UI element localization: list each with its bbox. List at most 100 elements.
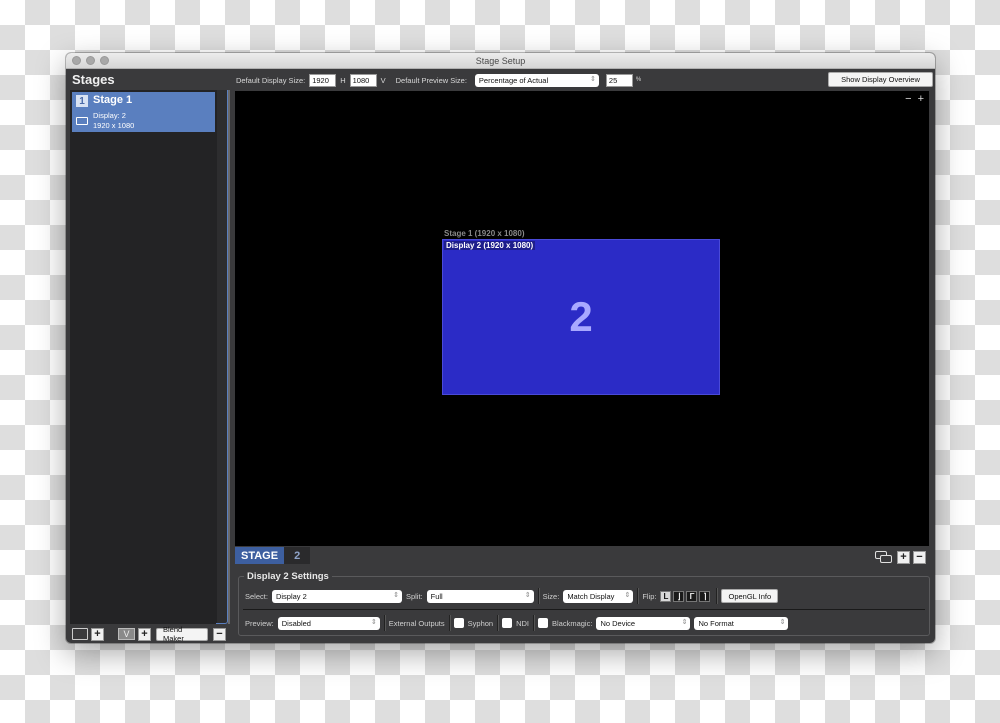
tab-bar: STAGE 2 (235, 547, 311, 564)
stages-heading: Stages (72, 72, 115, 87)
preview-label: Preview: (245, 618, 274, 628)
stage-display-info: Display: 2 1920 x 1080 (93, 111, 134, 131)
blackmagic-device-select[interactable]: No Device ⇕ (596, 616, 691, 630)
ndi-label: NDI (516, 618, 529, 628)
display-select[interactable]: Display 2 ⇕ (271, 589, 402, 603)
stage-preview-canvas[interactable]: − + Stage 1 (1920 x 1080) 2 Display 2 (1… (235, 91, 929, 546)
display-height-input[interactable]: 1080 (349, 73, 377, 87)
window-controls (72, 56, 109, 65)
syphon-checkbox[interactable] (453, 618, 464, 628)
close-window-button[interactable] (72, 56, 81, 65)
screen-icon (72, 628, 88, 640)
row-divider (243, 609, 925, 610)
minimize-window-button[interactable] (86, 56, 95, 65)
percent-sign: % (635, 77, 642, 83)
stage-display: Display: 2 (93, 111, 126, 120)
default-preview-size-label: Default Preview Size: (395, 75, 467, 85)
display-settings-title: Display 2 Settings (244, 571, 332, 582)
updown-chevron-icon: ⇕ (779, 618, 786, 626)
title-bar: Stage Setup (66, 53, 935, 69)
display-settings-group: Select: Display 2 ⇕ Split: Full ⇕ Size: … (238, 576, 930, 636)
flip-vertical-button[interactable]: Γ (686, 590, 698, 602)
updown-chevron-icon: ⇕ (624, 591, 631, 599)
display-select-value: Display 2 (275, 591, 307, 601)
monitor-icon (76, 117, 88, 125)
display-rectangle[interactable]: 2 Display 2 (1920 x 1080) (442, 239, 720, 395)
separator (497, 615, 499, 631)
separator (383, 615, 385, 631)
separator (716, 588, 718, 604)
updown-chevron-icon: ⇕ (370, 618, 377, 626)
split-select[interactable]: Full ⇕ (426, 589, 534, 603)
display-number: 2 (569, 293, 593, 340)
default-display-size-label: Default Display Size: (236, 75, 306, 85)
stages-list: 1 Stage 1 Display: 2 1920 x 1080 (70, 90, 217, 624)
add-stage-button[interactable]: + (91, 627, 104, 641)
stage-bounds-label: Stage 1 (1920 x 1080) (444, 229, 525, 238)
zoom-window-button[interactable] (100, 56, 109, 65)
zoom-out-button[interactable]: − (905, 93, 911, 105)
blackmagic-format-select[interactable]: No Format ⇕ (694, 616, 789, 630)
select-label: Select: (245, 591, 268, 601)
toolbar: Default Display Size: 1920 H 1080 V Defa… (236, 72, 645, 88)
updown-chevron-icon: ⇕ (681, 618, 688, 626)
device-select-value: No Device (600, 618, 636, 628)
size-select[interactable]: Match Display ⇕ (563, 589, 634, 603)
flip-horizontal-button[interactable]: ⌋ (673, 590, 685, 602)
flip-normal-button[interactable]: L (660, 590, 672, 602)
format-select-value: No Format (698, 618, 734, 628)
blackmagic-checkbox[interactable] (538, 618, 548, 628)
tab-stage[interactable]: STAGE (235, 547, 285, 564)
size-label: Size: (542, 591, 560, 601)
window-title: Stage Setup (475, 55, 526, 66)
updown-chevron-icon: ⇕ (590, 75, 596, 83)
settings-row-1: Select: Display 2 ⇕ Split: Full ⇕ Size: … (245, 588, 779, 604)
stage-resolution: 1920 x 1080 (93, 121, 135, 130)
split-label: Split: (405, 591, 423, 601)
split-divider-handle[interactable] (228, 90, 230, 624)
updown-chevron-icon: ⇕ (524, 591, 531, 599)
canvas-zoom-controls: − + (905, 93, 924, 105)
separator (533, 615, 534, 631)
separator (448, 615, 450, 631)
sidebar-bottom-controls: + V + Blend Maker − (72, 625, 226, 643)
show-display-overview-button[interactable]: Show Display Overview (828, 72, 933, 87)
preview-select-value: Disabled (281, 618, 311, 628)
tab-controls: + − (874, 550, 926, 564)
overlap-displays-icon[interactable] (874, 550, 894, 564)
syphon-label: Syphon (467, 618, 494, 628)
preview-mode-select[interactable]: Percentage of Actual ⇕ (474, 73, 599, 87)
size-select-value: Match Display (567, 591, 615, 601)
blend-maker-button[interactable]: Blend Maker (156, 625, 208, 643)
remove-display-button[interactable]: − (913, 550, 926, 564)
stage-list-item[interactable]: 1 Stage 1 Display: 2 1920 x 1080 (72, 92, 215, 132)
separator (637, 588, 639, 604)
opengl-info-button[interactable]: OpenGL Info (721, 589, 779, 603)
v-icon: V (118, 628, 135, 640)
blackmagic-label: Blackmagic: (552, 618, 593, 628)
separator (537, 588, 539, 604)
preview-mode-value: Percentage of Actual (478, 75, 549, 85)
preview-percent-input[interactable]: 25 (605, 73, 633, 87)
display-width-input[interactable]: 1920 (309, 73, 337, 87)
v-label: V (380, 75, 386, 85)
preview-select[interactable]: Disabled ⇕ (277, 616, 380, 630)
split-select-value: Full (430, 591, 443, 601)
add-virtual-stage-button[interactable]: + (138, 627, 151, 641)
add-display-button[interactable]: + (897, 550, 910, 564)
sidebar-focus-ring (216, 90, 228, 624)
h-label: H (340, 75, 346, 85)
remove-stage-button[interactable]: − (213, 627, 226, 641)
stage-name: Stage 1 (93, 94, 133, 106)
settings-row-2: Preview: Disabled ⇕ External Outputs Syp… (245, 615, 789, 631)
external-outputs-label: External Outputs (388, 618, 445, 628)
tab-display-2[interactable]: 2 (284, 547, 311, 564)
stage-number-badge: 1 (76, 95, 88, 107)
display-label: Display 2 (1920 x 1080) (444, 241, 536, 250)
stage-setup-window: Stage Setup Stages Default Display Size:… (66, 53, 935, 643)
updown-chevron-icon: ⇕ (393, 591, 399, 599)
flip-both-button[interactable]: ⌉ (699, 590, 711, 602)
flip-label: Flip: (642, 591, 657, 601)
zoom-in-button[interactable]: + (918, 93, 924, 105)
ndi-checkbox[interactable] (502, 618, 513, 628)
